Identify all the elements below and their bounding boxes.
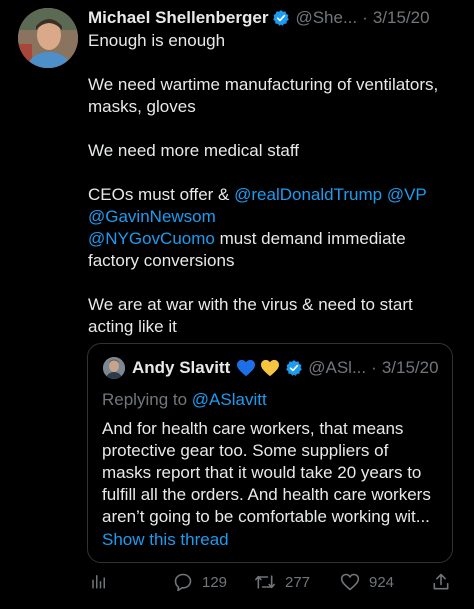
quoted-tweet-text: And for health care workers, that means …: [102, 418, 442, 528]
tweet: Michael Shellenberger @She... · 3/15/20 …: [0, 0, 474, 609]
replying-to: Replying to @ASlavitt: [102, 390, 267, 410]
verified-badge-icon: [285, 359, 303, 377]
reply-icon: [174, 573, 192, 592]
tweet-text-segment: must demand immediate: [214, 229, 406, 248]
quoted-tweet-date: 3/15/20: [381, 358, 439, 377]
tweet-line: factory conversions: [88, 251, 235, 270]
quoted-line: aren’t going to be comfortable working w…: [102, 507, 430, 526]
tweet-line: @GavinNewsom: [88, 206, 458, 228]
reply-count: 129: [202, 573, 228, 591]
quoted-tweet-header: Andy Slavitt @ASl... · 3/15/20: [132, 356, 444, 380]
tweet-line: Enough is enough: [88, 31, 226, 50]
tweet-text-segment: CEOs must offer &: [88, 185, 235, 204]
tweet-line: We need wartime manufacturing of ventila…: [88, 75, 439, 94]
verified-badge-icon: [272, 9, 290, 27]
retweet-icon: [255, 575, 275, 589]
quoted-author-name: Andy Slavitt: [132, 358, 231, 377]
tweet-line: We need more medical staff: [88, 141, 300, 160]
like-button[interactable]: 924: [340, 572, 394, 592]
quoted-line: protective gear too. Some suppliers of: [102, 441, 389, 460]
replying-to-label: Replying to: [102, 390, 192, 409]
author-photo: [18, 8, 78, 68]
share-button[interactable]: [431, 572, 451, 592]
like-count: 924: [369, 573, 395, 591]
author-avatar[interactable]: [18, 8, 78, 68]
tweet-line: We are at war with the virus & need to s…: [88, 295, 413, 314]
quoted-author-photo: [103, 357, 125, 379]
show-this-thread-link[interactable]: Show this thread: [102, 530, 229, 550]
mention-vp[interactable]: @VP: [387, 185, 427, 204]
mention-realdonaldtrump[interactable]: @realDonaldTrump: [234, 185, 382, 204]
tweet-text: Enough is enough We need wartime manufac…: [88, 30, 458, 338]
retweet-count: 277: [285, 573, 311, 591]
analytics-icon: [92, 575, 105, 589]
header-separator: ·: [362, 8, 368, 27]
analytics-button[interactable]: [90, 572, 108, 590]
mention-gavinnewsom[interactable]: @GavinNewsom: [88, 207, 216, 226]
blue-heart-icon: [236, 359, 256, 377]
quoted-header-separator: ·: [371, 358, 377, 377]
tweet-line: acting like it: [88, 317, 177, 336]
reply-button[interactable]: 129: [173, 572, 227, 592]
quoted-line: masks report that it would take 20 years…: [102, 463, 422, 482]
tweet-actions: 129 277 924: [88, 572, 458, 596]
tweet-header: Michael Shellenberger @She... · 3/15/20: [88, 6, 464, 30]
author-handle[interactable]: @She...: [295, 8, 357, 28]
tweet-line: CEOs must offer & @realDonaldTrump @VP: [88, 184, 458, 206]
replying-to-handle[interactable]: @ASlavitt: [192, 390, 267, 409]
retweet-button[interactable]: 277: [254, 572, 310, 592]
tweet-line: masks, gloves: [88, 97, 196, 116]
yellow-heart-icon: [260, 359, 280, 377]
share-icon: [433, 573, 449, 590]
quoted-author-avatar: [103, 357, 125, 379]
mention-nygovcuomo[interactable]: @NYGovCuomo: [88, 229, 215, 248]
quoted-line: fulfill all the orders. And health care …: [102, 485, 431, 504]
quoted-author-handle: @ASl...: [308, 358, 367, 377]
heart-icon: [340, 573, 360, 591]
author-name[interactable]: Michael Shellenberger: [88, 8, 268, 28]
quoted-tweet[interactable]: Andy Slavitt @ASl... · 3/15/20 Replying …: [87, 343, 453, 563]
quoted-line: And for health care workers, that means: [102, 419, 404, 438]
tweet-date[interactable]: 3/15/20: [373, 8, 430, 28]
tweet-line: @NYGovCuomo must demand immediate: [88, 228, 458, 250]
